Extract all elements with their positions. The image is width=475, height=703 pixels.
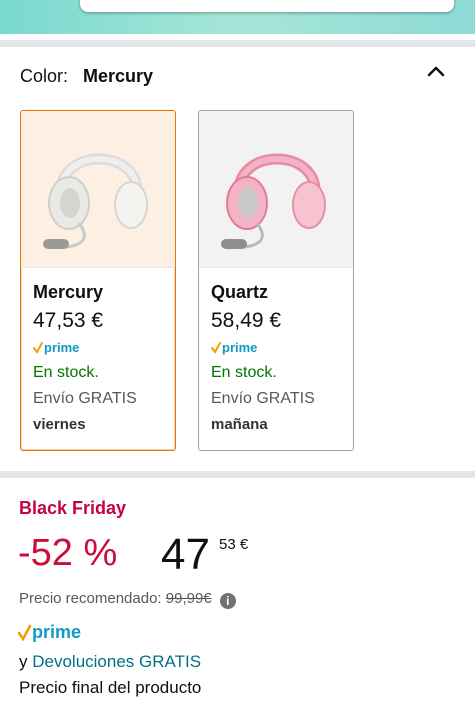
prime-logo: prime (17, 622, 98, 649)
deal-badge: Black Friday (19, 498, 127, 518)
product-image-quartz (199, 111, 353, 268)
rrp-value: 99,99€ (165, 590, 212, 607)
color-label: Color: (20, 66, 69, 86)
variant-name: Mercury (33, 282, 104, 302)
variant-card-quartz[interactable]: Quartz 58,49 € prime En stock. Envío GRA… (198, 110, 354, 451)
variant-price: 58,49 € (211, 309, 282, 332)
delivery-day: viernes (33, 416, 86, 433)
variant-name: Quartz (211, 282, 269, 302)
selected-color-value: Mercury (83, 66, 154, 86)
price-fraction: 53 € (219, 536, 249, 553)
free-returns: y Devoluciones GRATIS (19, 652, 201, 672)
free-returns-link[interactable]: Devoluciones GRATIS (32, 652, 201, 671)
stock-status: En stock. (211, 364, 277, 381)
stock-status: En stock. (33, 364, 99, 381)
product-image-mercury (21, 111, 175, 268)
shipping-text: Envío GRATIS (33, 390, 137, 407)
variant-card-mercury[interactable]: Mercury 47,53 € prime En stock. Envío GR… (20, 110, 176, 451)
shipping-text: Envío GRATIS (211, 390, 315, 407)
section-divider (0, 471, 475, 478)
color-selector-header: Color: Mercury (20, 66, 153, 87)
price-whole: 47 (161, 530, 210, 579)
svg-text:prime: prime (32, 622, 81, 642)
prime-logo: prime (33, 340, 175, 356)
delivery-day: mañana (211, 416, 268, 433)
search-bar[interactable] (80, 0, 454, 12)
final-price-note: Precio final del producto (19, 678, 202, 697)
variant-price: 47,53 € (33, 309, 104, 332)
svg-text:prime: prime (222, 340, 257, 355)
info-icon[interactable]: i (219, 593, 236, 609)
discount-percent: -52 % (18, 532, 118, 574)
prime-logo: prime (211, 340, 353, 356)
rrp-label: Precio recomendado: (19, 590, 162, 607)
returns-prefix: y (19, 652, 28, 671)
svg-text:prime: prime (44, 340, 79, 355)
chevron-up-icon[interactable] (424, 60, 448, 84)
section-divider (0, 40, 475, 47)
recommended-price: Precio recomendado: 99,99€ i (19, 590, 236, 609)
